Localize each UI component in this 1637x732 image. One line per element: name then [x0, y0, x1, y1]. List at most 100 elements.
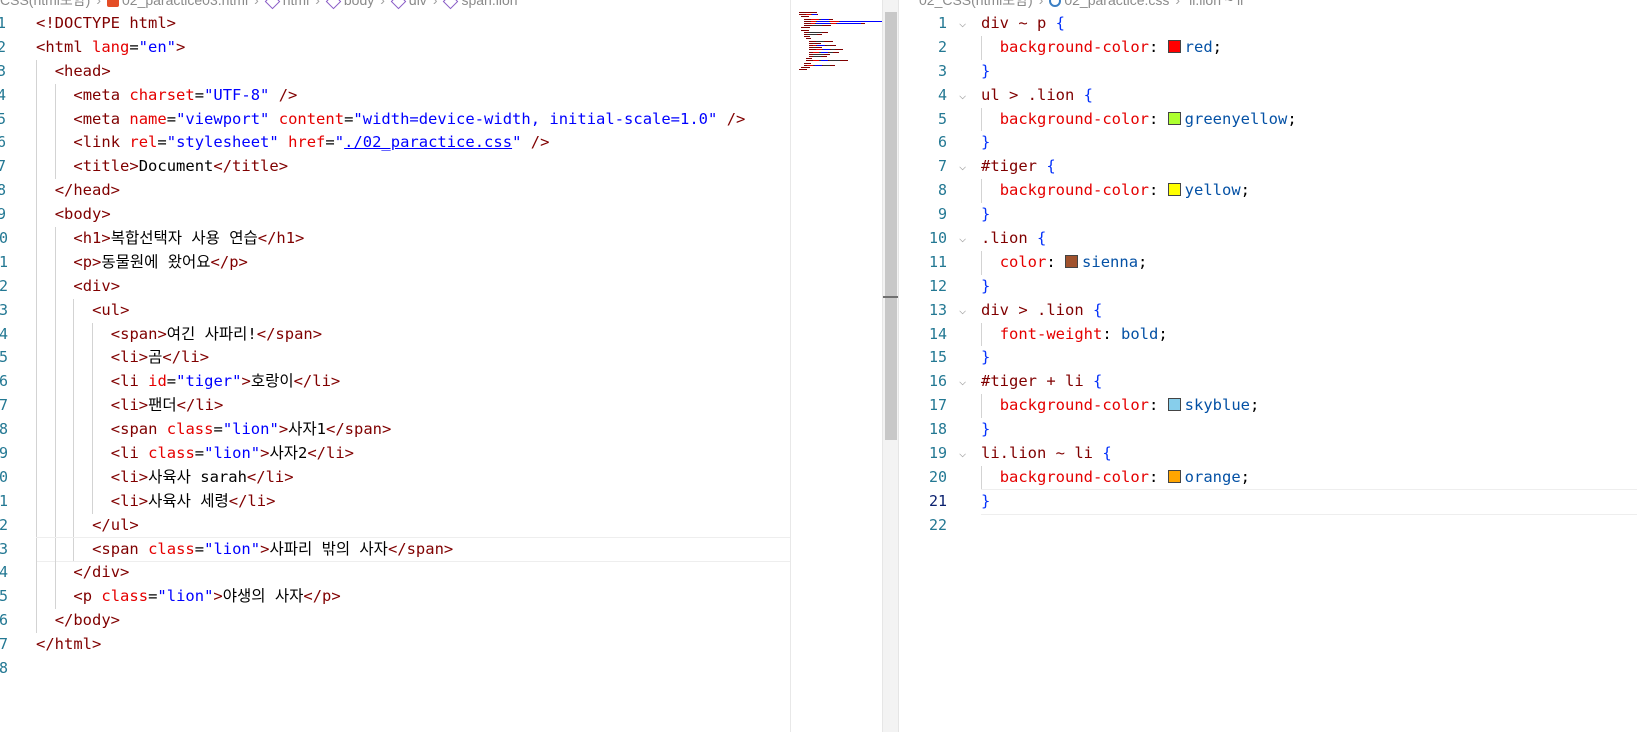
- fold-chevron-icon[interactable]: ⌵: [959, 299, 966, 323]
- fold-chevron-icon[interactable]: ⌵: [959, 12, 966, 36]
- code-text[interactable]: .lion {: [981, 227, 1046, 251]
- code-line[interactable]: 14 <span>여긴 사파리!</span>: [0, 322, 790, 347]
- code-line[interactable]: 16 ⌵ #tiger + li {: [899, 370, 1637, 394]
- code-line[interactable]: 1 <!DOCTYPE html>: [0, 12, 790, 36]
- code-line[interactable]: 5 background-color: greenyellow;: [899, 107, 1637, 132]
- code-line[interactable]: 14 font-weight: bold;: [899, 322, 1637, 347]
- code-line[interactable]: 21 <li>사육사 세령</li>: [0, 489, 790, 514]
- line-number[interactable]: 5: [899, 108, 947, 132]
- code-line[interactable]: 8 background-color: yellow;: [899, 179, 1637, 204]
- code-text[interactable]: background-color: red;: [1000, 36, 1222, 60]
- code-line[interactable]: 5 <meta name="viewport" content="width=de…: [0, 107, 790, 132]
- line-number[interactable]: 7: [899, 155, 947, 179]
- code-line[interactable]: 1 ⌵ div ~ p {: [899, 12, 1637, 36]
- html-editor-pane[interactable]: CSS(html포함) › 02_paractice03.html › html › bod…: [0, 0, 790, 732]
- line-number[interactable]: 2: [0, 36, 6, 60]
- code-text[interactable]: <h1>복합선택자 사용 연습</h1>: [73, 227, 304, 251]
- line-number[interactable]: 25: [0, 585, 8, 609]
- line-number[interactable]: 15: [0, 346, 8, 370]
- breadcrumb-item[interactable]: li.lion ~ li: [1186, 0, 1243, 8]
- code-line[interactable]: 2 <html lang="en">: [0, 36, 790, 60]
- code-text[interactable]: }: [981, 275, 990, 299]
- code-text[interactable]: }: [981, 418, 990, 442]
- code-text[interactable]: <li class="lion">사자2</li>: [111, 442, 354, 466]
- code-text[interactable]: <li>사육사 sarah</li>: [111, 466, 294, 490]
- code-line[interactable]: 9}: [899, 203, 1637, 227]
- code-text[interactable]: </html>: [36, 633, 101, 657]
- breadcrumb-item[interactable]: span.lion: [443, 0, 518, 10]
- code-text[interactable]: <link rel="stylesheet" href="./02_paract…: [73, 131, 549, 155]
- line-number[interactable]: 23: [0, 538, 8, 562]
- code-line[interactable]: 24 </div>: [0, 561, 790, 586]
- code-text[interactable]: </div>: [73, 561, 129, 585]
- code-text[interactable]: <li id="tiger">호랑이</li>: [111, 370, 340, 394]
- code-text[interactable]: }: [981, 60, 990, 84]
- line-number[interactable]: 27: [0, 633, 8, 657]
- line-number[interactable]: 21: [899, 490, 947, 514]
- code-text[interactable]: <li>사육사 세령</li>: [111, 490, 276, 514]
- line-number[interactable]: 13: [899, 299, 947, 323]
- line-number[interactable]: 4: [899, 84, 947, 108]
- fold-chevron-icon[interactable]: ⌵: [959, 442, 966, 466]
- code-line[interactable]: 23 <span class="lion">사파리 밖의 사자</span>: [0, 536, 790, 563]
- scrollbar-thumb[interactable]: [885, 12, 897, 440]
- code-line[interactable]: 19 <li class="lion">사자2</li>: [0, 442, 790, 466]
- code-text[interactable]: ul > .lion {: [981, 84, 1093, 108]
- code-text[interactable]: <meta name="viewport" content="width=dev…: [73, 108, 745, 132]
- code-line[interactable]: 26 </body>: [0, 609, 790, 634]
- line-number[interactable]: 20: [899, 466, 947, 490]
- code-line[interactable]: 4 <meta charset="UTF-8" />: [0, 83, 790, 108]
- line-number[interactable]: 7: [0, 155, 6, 179]
- line-number[interactable]: 24: [0, 561, 8, 585]
- code-text[interactable]: <head>: [55, 60, 111, 84]
- line-number[interactable]: 22: [0, 514, 8, 538]
- code-line[interactable]: 20 background-color: orange;: [899, 465, 1637, 490]
- line-number[interactable]: 11: [899, 251, 947, 275]
- line-number[interactable]: 13: [0, 299, 8, 323]
- line-number[interactable]: 12: [0, 275, 8, 299]
- code-line[interactable]: 8 </head>: [0, 179, 790, 204]
- line-number[interactable]: 28: [0, 657, 8, 681]
- code-text[interactable]: li.lion ~ li {: [981, 442, 1112, 466]
- code-line[interactable]: 6 <link rel="stylesheet" href="./02_parac…: [0, 131, 790, 156]
- line-number[interactable]: 18: [0, 418, 8, 442]
- code-text[interactable]: <span class="lion">사파리 밖의 사자</span>: [92, 538, 453, 562]
- minimap[interactable]: [790, 0, 891, 732]
- code-line[interactable]: 20 <li>사육사 sarah</li>: [0, 465, 790, 490]
- line-number[interactable]: 1: [0, 12, 6, 36]
- code-text[interactable]: <body>: [55, 203, 111, 227]
- breadcrumb-item[interactable]: 02_paractice03.html: [107, 0, 248, 8]
- code-line[interactable]: 28: [0, 657, 790, 681]
- code-text[interactable]: }: [981, 490, 990, 514]
- code-line[interactable]: 13 ⌵ div > .lion {: [899, 299, 1637, 323]
- code-line[interactable]: 21}: [899, 488, 1637, 515]
- line-number[interactable]: 14: [0, 323, 8, 347]
- code-text[interactable]: div > .lion {: [981, 299, 1102, 323]
- code-line[interactable]: 3}: [899, 60, 1637, 84]
- line-number[interactable]: 21: [0, 490, 8, 514]
- code-line[interactable]: 10 <h1>복합선택자 사용 연습</h1>: [0, 227, 790, 251]
- css-editor-pane[interactable]: 02_CSS(html포함) › 02_paractice.css › li.lion …: [898, 0, 1637, 732]
- breadcrumb-item[interactable]: CSS(html포함): [0, 0, 90, 8]
- code-text[interactable]: <li>곰</li>: [111, 346, 209, 370]
- code-text[interactable]: background-color: skyblue;: [1000, 394, 1260, 418]
- code-text[interactable]: background-color: orange;: [1000, 466, 1250, 490]
- code-text[interactable]: #tiger {: [981, 155, 1056, 179]
- code-line[interactable]: 18}: [899, 418, 1637, 442]
- code-line[interactable]: 15 <li>곰</li>: [0, 346, 790, 371]
- code-line[interactable]: 7 <title>Document</title>: [0, 155, 790, 180]
- breadcrumb-item[interactable]: div: [390, 0, 427, 10]
- code-text[interactable]: }: [981, 203, 990, 227]
- line-number[interactable]: 17: [0, 394, 8, 418]
- code-text[interactable]: <html lang="en">: [36, 36, 185, 60]
- line-number[interactable]: 10: [0, 227, 8, 251]
- line-number[interactable]: 4: [0, 84, 6, 108]
- code-line[interactable]: 6}: [899, 131, 1637, 155]
- code-text[interactable]: </body>: [55, 609, 120, 633]
- line-number[interactable]: 10: [899, 227, 947, 251]
- line-number[interactable]: 14: [899, 323, 947, 347]
- code-line[interactable]: 15}: [899, 346, 1637, 370]
- code-line[interactable]: 19 ⌵ li.lion ~ li {: [899, 442, 1637, 466]
- breadcrumb-item[interactable]: body: [325, 0, 374, 10]
- code-text[interactable]: color: sienna;: [1000, 251, 1148, 275]
